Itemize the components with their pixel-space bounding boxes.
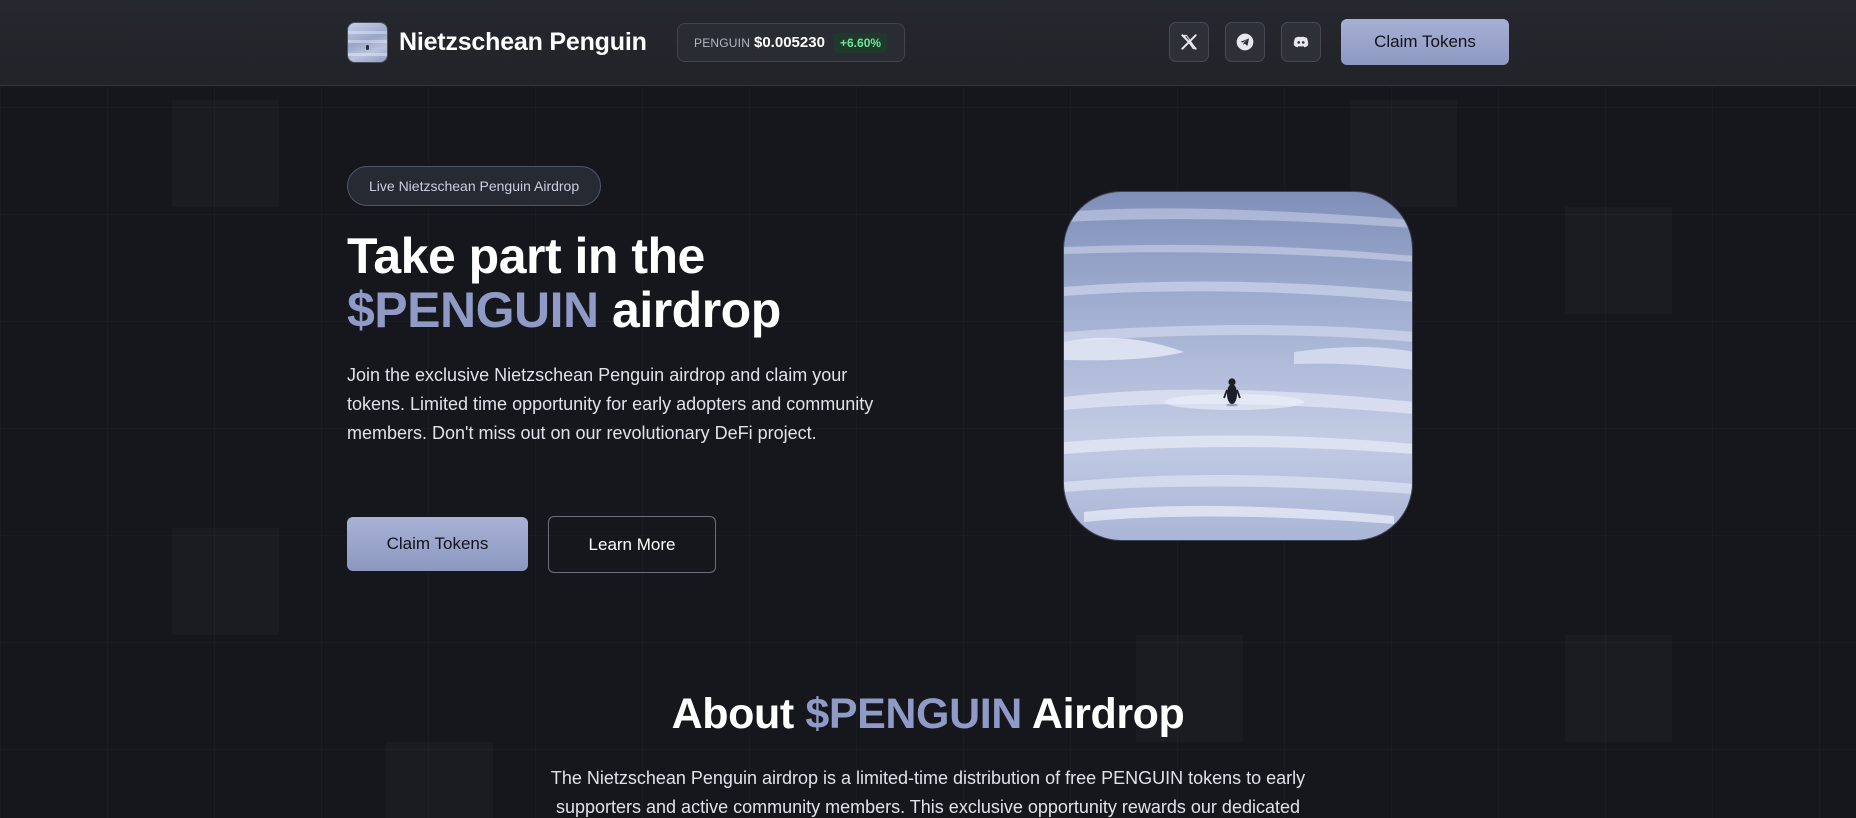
telegram-link-button[interactable] — [1225, 22, 1265, 62]
learn-more-button[interactable]: Learn More — [548, 516, 716, 573]
brand-name[interactable]: Nietzschean Penguin — [399, 28, 647, 57]
discord-icon — [1293, 36, 1309, 48]
telegram-icon — [1236, 33, 1254, 51]
live-airdrop-badge: Live Nietzschean Penguin Airdrop — [347, 166, 602, 206]
hero-description: Join the exclusive Nietzschean Penguin a… — [347, 365, 874, 443]
headline-line1: Take part in the — [347, 228, 705, 284]
x-icon — [1181, 34, 1197, 50]
penguin-scene-icon — [1064, 192, 1412, 540]
about-title-prefix: About — [671, 690, 806, 738]
navbar-inner: Nietzschean Penguin PENGUIN $0.005230 +6… — [347, 0, 1509, 86]
page: Nietzschean Penguin PENGUIN $0.005230 +6… — [0, 0, 1856, 818]
about-title: About $PENGUIN Airdrop — [0, 690, 1856, 739]
headline-accent: $PENGUIN — [347, 282, 599, 338]
about-title-suffix: Airdrop — [1021, 690, 1185, 738]
discord-link-button[interactable] — [1281, 22, 1321, 62]
penguin-on-ice-image — [1063, 191, 1413, 541]
bg-tile — [172, 528, 279, 635]
ticker-change-badge: +6.60% — [834, 33, 888, 53]
ticker-price: $0.005230 — [754, 34, 825, 51]
hero-section: Live Nietzschean Penguin Airdrop Take pa… — [347, 86, 1509, 646]
bg-tile — [386, 742, 493, 818]
x-link-button[interactable] — [1169, 22, 1209, 62]
price-ticker: PENGUIN $0.005230 +6.60% — [677, 23, 905, 62]
about-description: The Nietzschean Penguin airdrop is a lim… — [550, 768, 1306, 817]
hero-headline: Take part in the $PENGUIN airdrop — [347, 229, 907, 337]
about-title-accent: $PENGUIN — [805, 690, 1022, 738]
penguin-logo-icon[interactable] — [347, 22, 388, 63]
navbar: Nietzschean Penguin PENGUIN $0.005230 +6… — [0, 0, 1856, 86]
bg-tile — [172, 100, 279, 207]
hero-claim-tokens-button[interactable]: Claim Tokens — [347, 517, 528, 571]
nav-claim-tokens-button[interactable]: Claim Tokens — [1341, 19, 1509, 65]
bg-tile — [1565, 207, 1672, 314]
headline-rest: airdrop — [598, 282, 781, 338]
ticker-symbol: PENGUIN — [694, 36, 751, 50]
